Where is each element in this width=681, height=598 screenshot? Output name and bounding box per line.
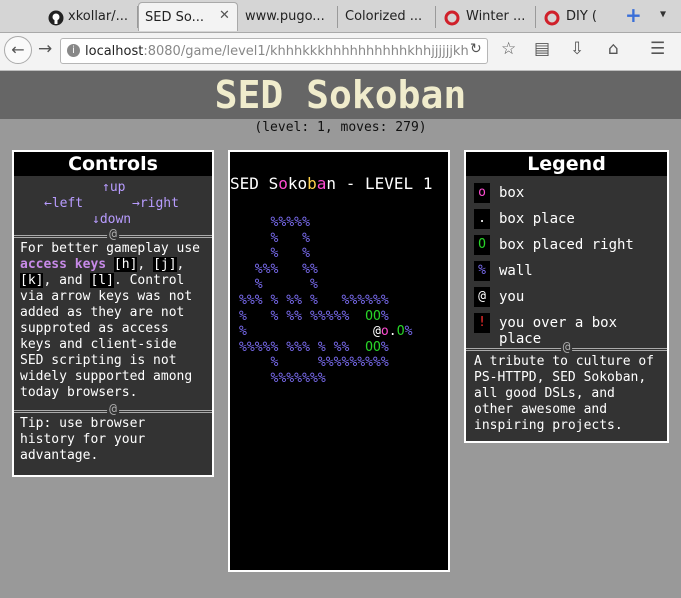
tab-bar: xkollar/... SED So... ✕ www.pugo... Colo… xyxy=(0,0,681,33)
tab-diy[interactable]: DIY ( xyxy=(536,2,616,31)
controls-tip: Tip: use browser history for your advant… xyxy=(20,416,146,463)
controls-description: For better gameplay use access keys [h],… xyxy=(20,241,201,400)
menu-icon[interactable]: ☰ xyxy=(650,39,665,59)
page-header: SED Sokoban xyxy=(0,71,681,119)
tab-label: Winter ... xyxy=(466,9,526,24)
player-symbol: @ xyxy=(474,287,490,307)
legend-panel: Legend o box . box place Obox placed right… xyxy=(464,150,669,443)
tab-label: DIY ( xyxy=(566,9,597,24)
redhat-icon xyxy=(444,10,460,26)
divider: @ xyxy=(14,402,212,417)
forward-icon[interactable]: → xyxy=(38,39,52,59)
key-j: [j] xyxy=(153,257,177,272)
legend-item: % wall xyxy=(466,258,667,284)
address-bar[interactable]: i localhost:8080/game/level1/khhhkkkhhhh… xyxy=(60,38,488,64)
tab-label: SED So... xyxy=(145,10,204,25)
page-title: SED Sokoban xyxy=(214,73,467,117)
nav-bar: ← → i localhost:8080/game/level1/khhhkkk… xyxy=(0,33,681,71)
legend-item: @ you xyxy=(466,284,667,310)
tab-list-icon[interactable]: ▼ xyxy=(660,9,666,20)
back-icon[interactable]: ← xyxy=(4,36,32,64)
access-keys-link[interactable]: access keys xyxy=(20,257,106,272)
download-icon[interactable]: ⇩ xyxy=(570,39,584,59)
game-status: (level: 1, moves: 279) xyxy=(254,120,427,135)
sokoban-map: %%%%% % % % % %%% %% % % %%% % %% % %%%%… xyxy=(239,215,413,386)
wall-symbol: % xyxy=(474,261,490,281)
controls-panel: Controls ↑up ←left →right ↓down @ For be… xyxy=(12,150,214,477)
tab-label: xkollar/... xyxy=(68,9,129,24)
url-path: :8080/game/level1/khhhkkkhhhhhhhhhhkhhjj… xyxy=(143,44,469,59)
tab-pugo[interactable]: www.pugo... xyxy=(240,2,338,31)
tab-colorized[interactable]: Colorized ... xyxy=(338,2,436,31)
tab-label: www.pugo... xyxy=(245,9,325,24)
down-link[interactable]: ↓down xyxy=(92,212,131,227)
legend-item: Obox placed right xyxy=(466,232,667,258)
info-icon[interactable]: i xyxy=(67,44,80,57)
key-k: [k] xyxy=(20,273,44,288)
box-symbol: o xyxy=(474,183,490,203)
game-title: SED Sokoban - LEVEL 1 xyxy=(230,174,433,193)
github-icon xyxy=(48,10,64,26)
box-place-symbol: . xyxy=(474,209,490,229)
controls-title: Controls xyxy=(14,152,212,176)
key-l: [l] xyxy=(90,273,114,288)
reading-list-icon[interactable]: ▤ xyxy=(534,39,550,59)
legend-item: . box place xyxy=(466,206,667,232)
url-host: localhost xyxy=(85,44,144,59)
redhat-icon xyxy=(544,10,560,26)
legend-item: o box xyxy=(466,180,667,206)
tab-label: Colorized ... xyxy=(345,9,423,24)
tab-sed-sokoban[interactable]: SED So... ✕ xyxy=(138,2,238,31)
tab-winter[interactable]: Winter ... xyxy=(436,2,536,31)
bookmark-star-icon[interactable]: ☆ xyxy=(501,39,516,59)
divider: @ xyxy=(466,340,667,355)
tab-github[interactable]: xkollar/... xyxy=(44,2,138,31)
close-icon[interactable]: ✕ xyxy=(219,8,230,23)
game-board: SED Sokoban - LEVEL 1 %%%%% % % % % %%% … xyxy=(228,150,450,572)
box-placed-symbol: O xyxy=(474,235,490,255)
reload-icon[interactable]: ↻ xyxy=(470,41,482,57)
home-icon[interactable]: ⌂ xyxy=(608,39,619,59)
legend-tribute: A tribute to culture of PS-HTTPD, SED So… xyxy=(474,354,655,433)
up-link[interactable]: ↑up xyxy=(102,180,125,195)
player-on-place-symbol: ! xyxy=(474,313,490,333)
new-tab-icon[interactable]: + xyxy=(625,3,642,27)
divider: @ xyxy=(14,227,212,242)
left-link[interactable]: ←left xyxy=(44,196,83,211)
key-h: [h] xyxy=(113,257,138,272)
right-link[interactable]: →right xyxy=(132,196,179,211)
legend-item: ! you over a box place xyxy=(466,310,667,347)
legend-title: Legend xyxy=(466,152,667,176)
